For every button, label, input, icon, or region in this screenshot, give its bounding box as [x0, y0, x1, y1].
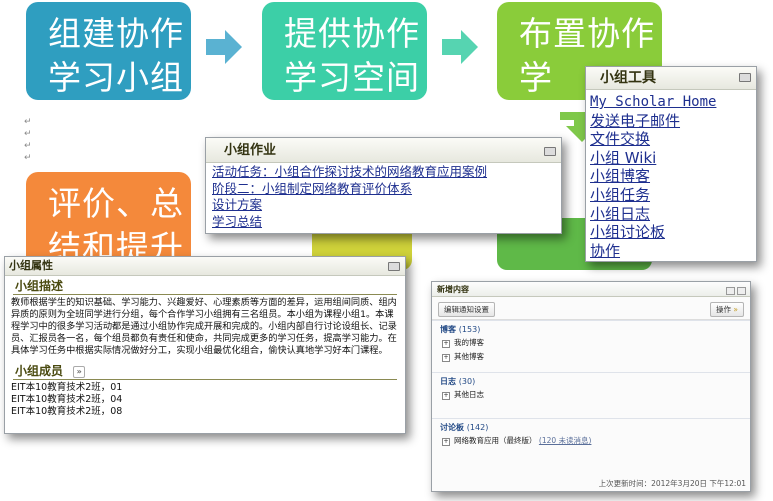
list-item[interactable]: + 网络教育应用（最终版） (120 未读消息) — [440, 434, 750, 448]
section-blogs: 博客 (153) + 我的博客 + 其他博客 — [432, 320, 750, 366]
actions-button[interactable]: 操作 » — [710, 302, 744, 317]
tool-link-blog[interactable]: 小组博客 — [590, 167, 756, 186]
assignment-link[interactable]: 设计方案 — [212, 197, 561, 214]
group-tools-panel: 小组工具 My Scholar Home 发送电子邮件 文件交换 小组 Wiki… — [585, 66, 757, 262]
tool-link-wiki[interactable]: 小组 Wiki — [590, 149, 756, 168]
section-count: (30) — [458, 377, 476, 386]
tool-link-discussion-board[interactable]: 小组讨论板 — [590, 223, 756, 242]
step-text-line: 组建协作 — [48, 14, 184, 53]
section-count: (153) — [458, 325, 481, 334]
panel-title: 小组工具 — [600, 70, 656, 86]
minimize-icon[interactable] — [739, 73, 751, 82]
panel-header: 小组属性 — [5, 257, 405, 276]
members-list: EIT本10教育技术2班，01 EIT本10教育技术2班，04 EIT本10教育… — [5, 380, 405, 418]
member-item: EIT本10教育技术2班，08 — [11, 406, 123, 417]
tool-link-collaborate[interactable]: 协作 — [590, 242, 756, 261]
edit-notification-settings-button[interactable]: 编辑通知设置 — [438, 302, 495, 317]
panel-title: 新增内容 — [437, 285, 469, 294]
description-heading: 小组描述 — [15, 279, 64, 293]
new-content-panel: 新增内容 编辑通知设置 操作 » 博客 (153) + 我的博客 + 其他博客 日志… — [431, 281, 751, 492]
panel-header: 小组作业 — [206, 138, 561, 163]
step-text-line: 学习空间 — [284, 58, 420, 97]
actions-label: 操作 — [716, 305, 732, 314]
last-updated: 上次更新时间：2012年3月20日 下午12:01 — [598, 479, 746, 488]
group-assignments-panel: 小组作业 活动任务：小组合作探讨技术的网络教育应用案例 阶段二：小组制定网络教育… — [205, 137, 562, 234]
group-description: 教师根据学生的知识基础、学习能力、兴趣爱好、心理素质等方面的差异，运用组间同质、… — [11, 297, 397, 356]
tool-link-my-scholar-home[interactable]: My Scholar Home — [590, 93, 756, 112]
expand-icon[interactable]: + — [442, 340, 450, 348]
assignment-link[interactable]: 学习总结 — [212, 214, 561, 231]
news-toolbar: 编辑通知设置 操作 » — [432, 297, 750, 320]
members-heading: 小组成员 — [15, 364, 64, 378]
expand-icon[interactable]: + — [442, 354, 450, 362]
step-text-line: 布置协作 — [519, 14, 655, 53]
chevron-down-icon[interactable]: » — [73, 366, 86, 378]
panel-header: 新增内容 — [432, 282, 750, 297]
minimize-icon[interactable] — [388, 262, 400, 271]
list-item[interactable]: + 其他日志 — [440, 388, 750, 402]
right-arrow-icon — [442, 30, 478, 64]
minimize-icon[interactable] — [726, 287, 735, 295]
step-provide-space: 提供协作 学习空间 — [262, 2, 427, 100]
paragraph-mark: ↵ — [24, 129, 32, 139]
expand-icon[interactable]: + — [442, 438, 450, 446]
minimize-icon[interactable] — [544, 147, 556, 156]
member-item: EIT本10教育技术2班，01 — [11, 382, 123, 393]
panel-header: 小组工具 — [586, 67, 756, 90]
section-name[interactable]: 博客 — [440, 325, 456, 334]
group-attributes-panel: 小组属性 小组描述 教师根据学生的知识基础、学习能力、兴趣爱好、心理素质等方面的… — [4, 256, 406, 434]
tool-link-tasks[interactable]: 小组任务 — [590, 186, 756, 205]
panel-title: 小组属性 — [9, 259, 53, 272]
tool-link-file-exchange[interactable]: 文件交换 — [590, 130, 756, 149]
assignment-link[interactable]: 活动任务：小组合作探讨技术的网络教育应用案例 — [212, 164, 561, 181]
right-arrow-icon — [206, 30, 242, 64]
tool-link-send-email[interactable]: 发送电子邮件 — [590, 112, 756, 131]
step-form-group: 组建协作 学习小组 — [26, 2, 191, 100]
section-discussion-board: 讨论板 (142) + 网络教育应用（最终版） (120 未读消息) — [432, 418, 750, 450]
tool-link-journal[interactable]: 小组日志 — [590, 205, 756, 224]
list-item[interactable]: + 其他博客 — [440, 350, 750, 364]
chevron-down-icon: » — [733, 305, 738, 314]
list-item[interactable]: + 我的博客 — [440, 336, 750, 350]
section-journals: 日志 (30) + 其他日志 — [432, 372, 750, 404]
section-count: (142) — [466, 423, 489, 432]
maximize-icon[interactable] — [737, 287, 746, 295]
member-item: EIT本10教育技术2班，04 — [11, 394, 123, 405]
step-text-line: 提供协作 — [284, 14, 420, 53]
panel-title: 小组作业 — [224, 143, 277, 158]
section-name[interactable]: 日志 — [440, 377, 456, 386]
paragraph-mark: ↵ — [24, 153, 32, 163]
unread-count-link[interactable]: (120 未读消息) — [539, 436, 592, 445]
section-name[interactable]: 讨论板 — [440, 423, 464, 432]
step-text-line: 学习小组 — [48, 58, 184, 97]
paragraph-mark: ↵ — [24, 141, 32, 151]
paragraph-mark: ↵ — [24, 117, 32, 127]
assignment-link[interactable]: 阶段二：小组制定网络教育评价体系 — [212, 181, 561, 198]
expand-icon[interactable]: + — [442, 392, 450, 400]
step-text-line: 评价、总 — [48, 184, 184, 223]
